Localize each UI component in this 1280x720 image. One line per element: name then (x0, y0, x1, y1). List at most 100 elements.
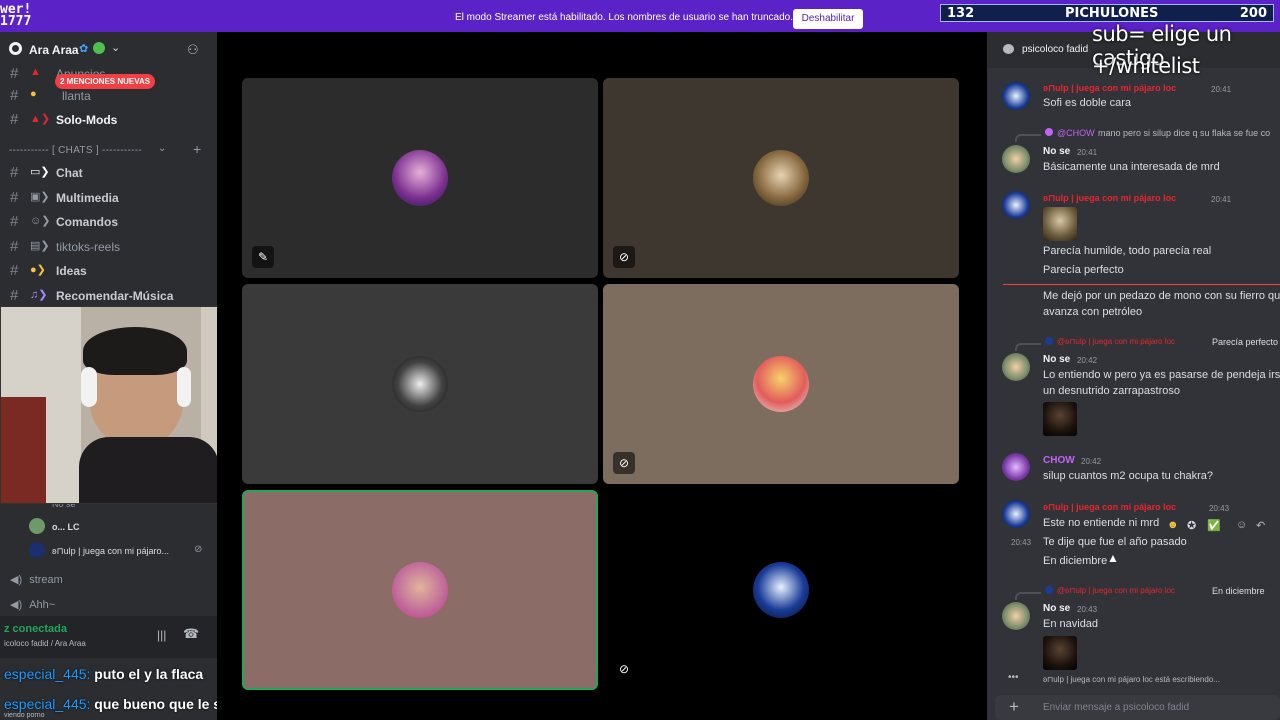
message-side-time: 20:43 (1011, 538, 1032, 547)
voice-status: z conectada (4, 623, 67, 635)
channel-solo-mods[interactable]: # ▲❯ Solo-Mods (0, 108, 217, 130)
reply-avatar (1045, 337, 1053, 345)
voice-channel-stream[interactable]: ◀) stream (10, 573, 63, 586)
participant-tile[interactable]: ⊘ (603, 284, 959, 484)
reply-user[interactable]: @CHOW (1057, 128, 1095, 138)
add-channel-icon[interactable]: + (193, 141, 201, 157)
message-text: En navidad (1043, 618, 1099, 630)
add-member-icon[interactable]: ⚇ (187, 42, 199, 58)
avatar[interactable] (1002, 145, 1030, 173)
muted-icon: ⊘ (613, 246, 635, 268)
image-attachment[interactable] (1043, 207, 1077, 241)
message-time: 20:43 (1209, 504, 1230, 513)
message-author[interactable]: ʚ⊓ulp | juega con mi pájaro loc (1043, 83, 1176, 94)
avatar[interactable] (1002, 353, 1030, 381)
chat-bubble-icon (1003, 44, 1014, 54)
goal-label: PICHULONES (1065, 6, 1159, 21)
reply-text[interactable]: mano pero si silup dice q su flaka se fu… (1098, 128, 1270, 138)
disconnect-icon[interactable]: ☎ (183, 626, 199, 642)
reaction-emoji-icon[interactable]: ☻ (1167, 519, 1179, 531)
reaction-emoji-icon[interactable]: ✪ (1187, 519, 1196, 532)
message-text: Parecía humilde, todo parecía real (1043, 245, 1212, 257)
voice-user-o-lc[interactable]: o... LC (52, 522, 80, 532)
channel-label: llanta (62, 89, 91, 103)
hash-icon: # (10, 164, 19, 181)
bulb-icon: ● (30, 88, 37, 100)
reply-connector (1015, 343, 1041, 351)
voice-location: icoloco fadid / Ara Araa (4, 639, 86, 648)
reply-user[interactable]: @ʚ⊓ulp | juega con mi pájaro loc (1057, 337, 1175, 346)
voice-channel-label: stream (29, 574, 63, 586)
mouse-cursor-icon: ▲ (1107, 551, 1119, 565)
channel-chat[interactable]: # ▭❯ Chat (0, 161, 217, 183)
hash-icon: # (10, 287, 19, 304)
stream-chat-user: especial_445: (4, 666, 91, 682)
disable-streamer-mode-button[interactable]: Deshabilitar (793, 9, 863, 29)
participant-tile[interactable]: ✎ (242, 78, 598, 278)
message-text: Lo entiendo w pero ya es pasarse de pend… (1043, 369, 1280, 381)
add-attachment-icon[interactable]: + (1009, 697, 1019, 717)
avatar[interactable] (1002, 82, 1030, 110)
avatar[interactable] (1002, 602, 1030, 630)
message-author[interactable]: ʚ⊓ulp | juega con mi pájaro loc (1043, 193, 1176, 204)
goal-target: 200 (1239, 6, 1267, 21)
channel-recomendar-musica[interactable]: # ♫❯ Recomendar-Música (0, 284, 217, 306)
message-text: Este no entiende ni mrd (1043, 517, 1160, 529)
participant-tile[interactable] (242, 284, 598, 484)
channel-emoji-icon: ▲❯ (30, 113, 51, 125)
typing-indicator: ʚ⊓ulp | juega con mi pájaro loc está esc… (1043, 675, 1220, 684)
reply-avatar (1045, 128, 1053, 136)
voice-channel-ahh[interactable]: ◀) Ahh~ (10, 598, 55, 611)
soundwave-icon[interactable]: ||| (157, 628, 166, 642)
reply-icon[interactable]: ↶ (1256, 519, 1265, 532)
video-icon: ▤❯ (30, 240, 50, 252)
voice-user-ulp[interactable]: ʚ⊓ulp | juega con mi pájaro... (52, 546, 169, 557)
avatar[interactable] (1002, 500, 1030, 528)
chevron-down-icon[interactable]: ⌄ (158, 143, 166, 154)
viewing-label: viendo porno (4, 712, 45, 719)
channel-tiktoks-reels[interactable]: # ▤❯ tiktoks-reels (0, 235, 217, 257)
add-reaction-icon[interactable]: ☺ (1236, 519, 1247, 531)
channel-multimedia[interactable]: # ▣❯ Multimedia (0, 186, 217, 208)
speech-bubble-icon: ▭❯ (30, 166, 50, 178)
hash-icon: # (10, 213, 19, 230)
avatar[interactable] (1002, 191, 1030, 219)
channel-label: Recomendar-Música (56, 289, 174, 303)
hash-icon: # (10, 111, 19, 128)
reply-text[interactable]: Parecía perfecto (1212, 337, 1278, 347)
category-chats[interactable]: ----------- [ CHATS ] ----------- (9, 145, 142, 156)
image-attachment[interactable] (1043, 636, 1077, 670)
image-attachment[interactable] (1043, 402, 1077, 436)
channel-comandos[interactable]: # ☺❯ Comandos (0, 210, 217, 232)
check-reaction-icon[interactable]: ✅ (1207, 519, 1221, 532)
stream-overlay-text: +/whitelist (1092, 54, 1200, 78)
server-emoji-icon-2 (93, 42, 105, 54)
message-text: Parecía perfecto (1043, 264, 1124, 276)
avatar (753, 150, 809, 206)
goal-current: 132 (947, 6, 975, 21)
channel-llanta[interactable]: # ● llanta (0, 84, 217, 106)
voice-channel-label: Ahh~ (29, 599, 56, 611)
message-author[interactable]: ʚ⊓ulp | juega con mi pájaro loc (1043, 502, 1176, 513)
participant-tile-speaking[interactable] (242, 490, 598, 690)
message-author[interactable]: No se (1043, 603, 1070, 614)
participant-tile[interactable]: ⊘ (603, 78, 959, 278)
message-input[interactable]: Enviar mensaje a psicoloco fadid (1043, 702, 1189, 713)
reply-text[interactable]: En diciembre (1212, 586, 1265, 596)
message-text: silup cuantos m2 ocupa tu chakra? (1043, 470, 1213, 482)
channel-label: Comandos (56, 215, 119, 229)
message-author[interactable]: No se (1043, 354, 1070, 365)
channel-ideas[interactable]: # ●❯ Ideas (0, 259, 217, 281)
voice-user-avatar (29, 518, 45, 534)
avatar[interactable] (1002, 453, 1030, 481)
channel-emoji-icon: ▲ (30, 66, 41, 78)
message-author[interactable]: CHOW (1043, 455, 1075, 466)
message-author[interactable]: No se (1043, 146, 1070, 157)
message-text: En diciembre (1043, 555, 1108, 567)
stream-chat-text: puto el y la flaca (94, 666, 204, 682)
reply-user[interactable]: @ʚ⊓ulp | juega con mi pájaro loc (1057, 586, 1175, 595)
participant-tile[interactable]: ⊘ (603, 490, 959, 690)
message-text: Sofi es doble cara (1043, 97, 1132, 109)
chevron-down-icon[interactable]: ⌄ (111, 41, 120, 54)
muted-icon: ⊘ (613, 658, 635, 680)
